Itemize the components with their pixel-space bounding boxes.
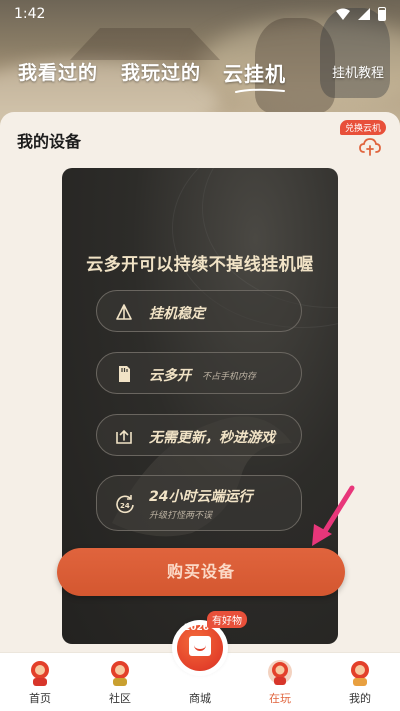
tab-cloud-idle[interactable]: 云挂机 [223,58,286,87]
feature-title: 无需更新，秒进游戏 [149,430,275,446]
sheet-title: 我的设备 [17,132,82,151]
nav-profile[interactable]: 我的 [330,653,390,711]
nav-label: 在玩 [269,692,291,705]
goods-badge: 有好物 [207,611,247,628]
playing-icon [268,660,292,685]
feature-no-update: 无需更新，秒进游戏 [96,414,302,456]
idle-guide-link[interactable]: 挂机教程 [332,62,384,81]
tent-icon [116,304,132,320]
signal-icon [358,8,370,20]
nav-playing[interactable]: 在玩 [250,653,310,711]
shopping-bag-icon [189,636,211,656]
nav-label: 我的 [349,692,371,705]
status-icons [336,7,386,21]
card-headline: 云多开可以持续不掉线挂机喔 [86,255,314,275]
nav-label: 商城 [189,692,211,705]
buy-device-button[interactable]: 购买设备 [57,548,345,596]
top-tabs: 我看过的 我玩过的 云挂机 挂机教程 [0,58,400,98]
nav-community[interactable]: 社区 [90,653,150,711]
feature-subtitle: 升级打怪两不误 [149,511,213,521]
battery-icon [378,7,386,21]
sd-card-icon [119,366,130,382]
pointer-arrow-icon [312,485,355,546]
tab-watched[interactable]: 我看过的 [18,58,98,85]
community-icon [111,661,129,686]
24h-icon: 24 [116,495,134,514]
profile-icon [351,661,369,686]
nav-label: 首页 [29,692,51,705]
feature-title: 云多开 [149,368,191,384]
mall-year: 2026 [184,623,210,633]
status-bar: 1:42 [0,0,400,28]
tab-played[interactable]: 我玩过的 [121,58,201,85]
feature-multi-open: 云多开 不占手机内存 [96,352,302,394]
wifi-icon [336,8,350,20]
nav-home[interactable]: 首页 [10,653,70,711]
status-time: 1:42 [14,6,46,22]
feature-title: 挂机稳定 [149,306,205,322]
svg-text:24: 24 [120,502,130,510]
feature-24h: 24 24小时云端运行 升级打怪两不误 [96,475,302,531]
feature-title: 24小时云端运行 [149,489,253,505]
exchange-badge[interactable]: 兑换云机 [339,120,386,135]
feature-stable: 挂机稳定 [96,290,302,332]
upload-icon [116,429,132,444]
home-icon [31,661,49,686]
feature-subtitle: 不占手机内存 [202,372,257,382]
tab-active-indicator [235,88,285,93]
cloud-exchange-icon[interactable] [359,138,381,156]
nav-label: 社区 [109,692,131,705]
